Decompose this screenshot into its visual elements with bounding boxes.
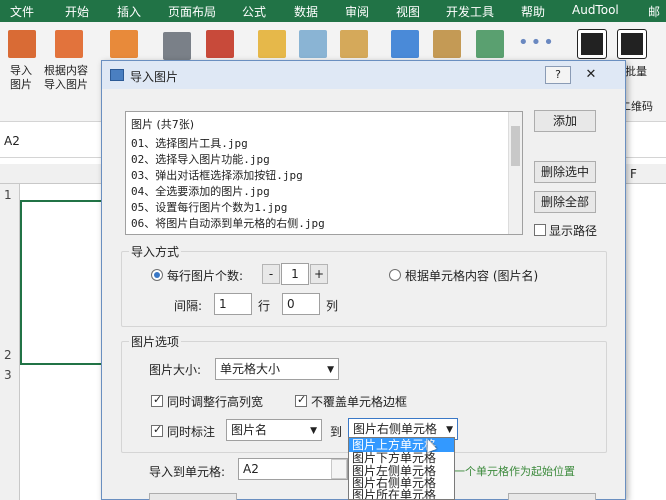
tab-file[interactable]: 文件 bbox=[10, 3, 34, 20]
plus-button[interactable]: + bbox=[310, 264, 328, 284]
selected-cell-a2[interactable] bbox=[20, 200, 105, 365]
annotate-label: 同时标注 bbox=[167, 425, 216, 439]
col-gap-input[interactable]: 0 bbox=[282, 293, 320, 315]
column-f-header[interactable]: F bbox=[630, 167, 637, 181]
position-dropdown-list[interactable]: 图片上方单元格 图片下方单元格 图片左侧单元格 图片右侧单元格 图片所在单元格 bbox=[348, 437, 455, 500]
import-image-dialog: 导入图片 ? ✕ 图片 (共7张) 01、选择图片工具.jpg 02、选择导入图… bbox=[101, 60, 626, 500]
import-image-label[interactable]: 导入 图片 bbox=[10, 64, 32, 92]
add-button[interactable]: 添加 bbox=[534, 110, 596, 132]
tab-data[interactable]: 数据 bbox=[294, 3, 318, 20]
row-header bbox=[0, 184, 20, 500]
target-hint: 一个单元格作为起始位置 bbox=[454, 465, 575, 478]
import-by-content-icon[interactable] bbox=[55, 30, 83, 58]
by-cell-label: 根据单元格内容 (图片名) bbox=[405, 269, 539, 283]
tab-help[interactable]: 帮助 bbox=[521, 3, 545, 20]
ribbon-tab-bar: 文件 开始 插入 页面布局 公式 数据 审阅 视图 开发工具 帮助 AudToo… bbox=[0, 0, 666, 22]
import-by-content-line1: 根据内容 bbox=[44, 64, 88, 77]
import-label-line1: 导入 bbox=[10, 64, 32, 77]
import-mode-group bbox=[121, 251, 607, 327]
import-mode-title: 导入方式 bbox=[129, 243, 182, 260]
tab-developer[interactable]: 开发工具 bbox=[446, 3, 494, 20]
list-item[interactable]: 04、全选要添加的图片.jpg bbox=[131, 183, 270, 199]
row-unit-label: 行 bbox=[258, 299, 271, 313]
export-image-icon[interactable] bbox=[206, 30, 234, 58]
annotate-select[interactable]: 图片名 bbox=[226, 419, 322, 441]
row-1-header[interactable]: 1 bbox=[4, 188, 12, 202]
show-path-checkbox[interactable] bbox=[534, 224, 546, 236]
adjust-row-col-checkbox[interactable] bbox=[151, 393, 163, 407]
name-box[interactable]: A2 bbox=[4, 134, 20, 148]
col-unit-label: 列 bbox=[326, 299, 339, 313]
per-row-label: 每行图片个数: bbox=[167, 269, 244, 283]
no-cover-border-label: 不覆盖单元格边框 bbox=[311, 395, 408, 409]
delete-image-icon[interactable] bbox=[299, 30, 327, 58]
minus-button[interactable]: - bbox=[262, 264, 280, 284]
list-scrollbar[interactable] bbox=[508, 112, 522, 234]
more-icon[interactable]: ••• bbox=[518, 34, 556, 52]
list-item[interactable]: 02、选择导入图片功能.jpg bbox=[131, 151, 270, 167]
adjust-row-col-label: 同时调整行高列宽 bbox=[167, 395, 264, 409]
list-item[interactable]: 06、将图片自动添到单元格的右侧.jpg bbox=[131, 215, 325, 229]
image-list[interactable]: 图片 (共7张) 01、选择图片工具.jpg 02、选择导入图片功能.jpg 0… bbox=[125, 111, 523, 235]
tab-home[interactable]: 开始 bbox=[65, 3, 89, 20]
qr-code-icon[interactable] bbox=[577, 29, 607, 59]
tab-view[interactable]: 视图 bbox=[396, 3, 420, 20]
picture-icon[interactable] bbox=[433, 30, 461, 58]
tab-audtool[interactable]: AudTool bbox=[572, 3, 619, 17]
position-option[interactable]: 图片上方单元格 bbox=[349, 438, 454, 452]
size-label: 图片大小: bbox=[149, 363, 202, 377]
scrollbar-thumb[interactable] bbox=[511, 126, 520, 166]
target-label: 导入到单元格: bbox=[149, 465, 226, 479]
help-button[interactable]: ? bbox=[545, 66, 571, 84]
spacing-label: 间隔: bbox=[174, 299, 203, 313]
ok-button[interactable] bbox=[149, 493, 237, 500]
image-options-title: 图片选项 bbox=[129, 333, 182, 350]
position-option[interactable]: 图片下方单元格 bbox=[352, 451, 436, 465]
dialog-app-icon bbox=[110, 69, 124, 81]
import-image-icon[interactable] bbox=[8, 30, 36, 58]
import-label-line2: 图片 bbox=[10, 78, 32, 91]
row-gap-input[interactable]: 1 bbox=[214, 293, 252, 315]
by-cell-radio[interactable] bbox=[389, 269, 401, 281]
no-cover-border-checkbox[interactable] bbox=[295, 393, 307, 407]
arrange-images-icon[interactable] bbox=[476, 30, 504, 58]
list-item[interactable]: 05、设置每行图片个数为1.jpg bbox=[131, 199, 287, 215]
dialog-title: 导入图片 bbox=[130, 70, 179, 84]
batch-qr-code-icon[interactable] bbox=[617, 29, 647, 59]
per-row-input[interactable]: 1 bbox=[281, 263, 309, 285]
batch-label[interactable]: 批量 bbox=[625, 65, 647, 79]
dialog-title-bar[interactable]: 导入图片 ? ✕ bbox=[102, 61, 625, 89]
show-path-label: 显示路径 bbox=[549, 224, 598, 238]
tab-formulas[interactable]: 公式 bbox=[242, 3, 266, 20]
row-2-header[interactable]: 2 bbox=[4, 348, 12, 362]
link-image-icon[interactable] bbox=[163, 32, 191, 60]
row-3-header[interactable]: 3 bbox=[4, 368, 12, 382]
import-by-content-line2: 导入图片 bbox=[44, 78, 88, 91]
size-select[interactable]: 单元格大小 bbox=[215, 358, 339, 380]
tab-insert[interactable]: 插入 bbox=[117, 3, 141, 20]
delete-selected-button[interactable]: 删除选中 bbox=[534, 161, 596, 183]
close-icon[interactable]: ✕ bbox=[577, 66, 605, 84]
edit-image-icon[interactable] bbox=[340, 30, 368, 58]
tab-page-layout[interactable]: 页面布局 bbox=[168, 3, 216, 20]
import-by-content-label[interactable]: 根据内容 导入图片 bbox=[44, 64, 88, 92]
target-picker-icon[interactable] bbox=[331, 459, 347, 479]
annotate-checkbox[interactable] bbox=[151, 423, 163, 437]
image-tool-icon[interactable] bbox=[110, 30, 138, 58]
tab-review[interactable]: 审阅 bbox=[345, 3, 369, 20]
per-row-radio[interactable] bbox=[151, 269, 163, 281]
list-item[interactable]: 03、弹出对话框选择添加按钮.jpg bbox=[131, 167, 303, 183]
folder-icon[interactable] bbox=[258, 30, 286, 58]
image-list-header: 图片 (共7张) bbox=[131, 118, 195, 131]
frame-icon[interactable] bbox=[391, 30, 419, 58]
position-option[interactable]: 图片所在单元格 bbox=[352, 488, 436, 499]
to-label: 到 bbox=[330, 425, 343, 439]
list-item[interactable]: 01、选择图片工具.jpg bbox=[131, 135, 248, 151]
cancel-button[interactable] bbox=[508, 493, 596, 500]
tab-mail[interactable]: 邮 bbox=[648, 3, 660, 20]
delete-all-button[interactable]: 删除全部 bbox=[534, 191, 596, 213]
